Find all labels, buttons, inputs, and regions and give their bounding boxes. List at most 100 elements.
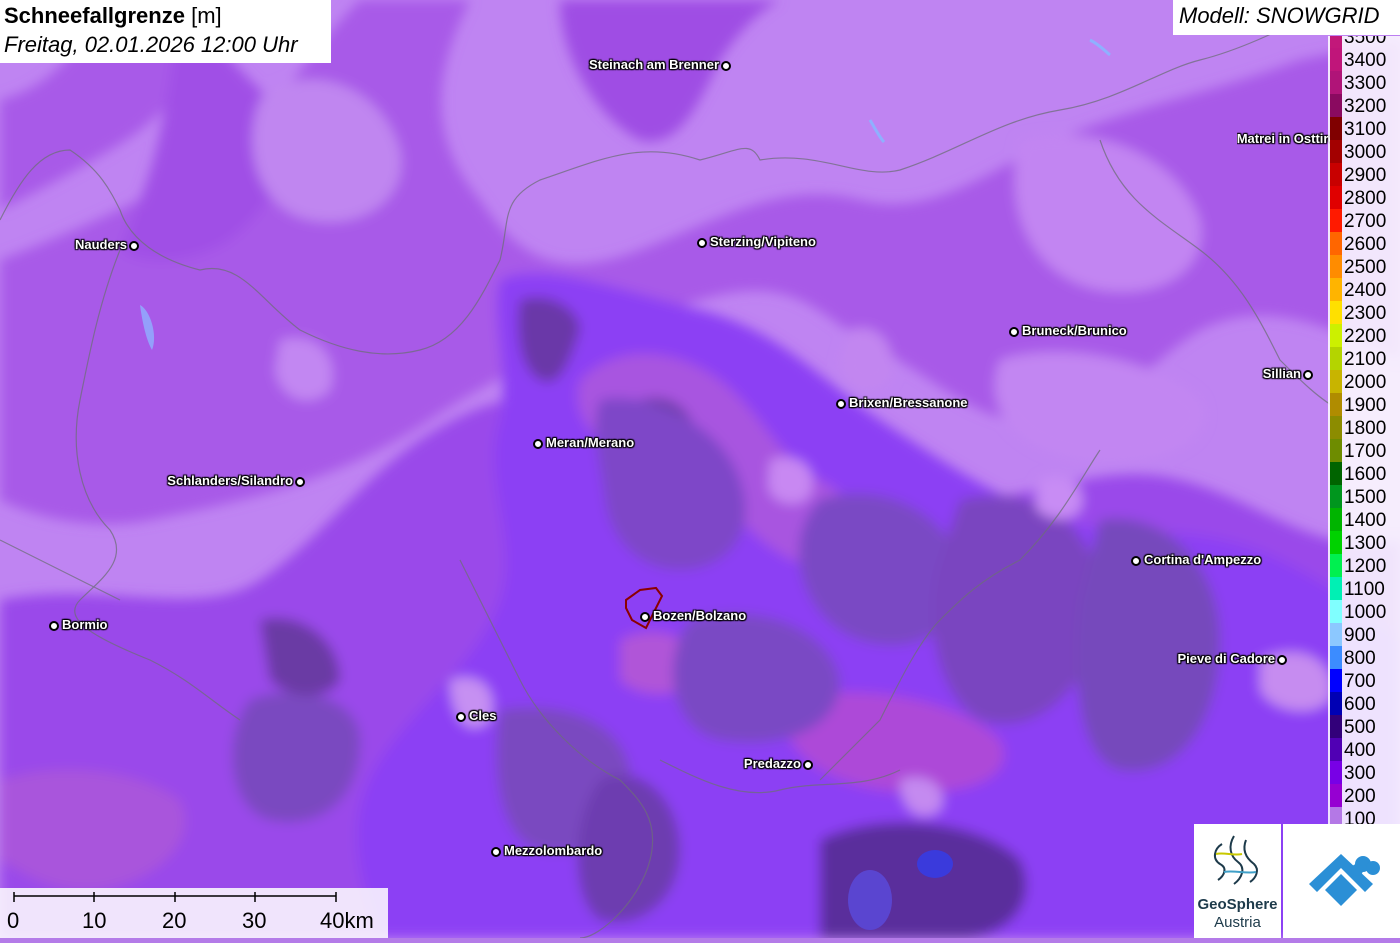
place-label-matrei: Matrei in Osttirol xyxy=(1236,131,1340,146)
legend-item: 2000 xyxy=(1328,370,1400,393)
snowfall-line-map[interactable] xyxy=(0,0,1400,938)
snowgrid-logo[interactable] xyxy=(1283,824,1400,938)
legend-item: 1800 xyxy=(1328,416,1400,439)
legend-value: 1500 xyxy=(1344,487,1387,508)
legend-value: 2700 xyxy=(1344,211,1387,232)
place-label-nauders: Nauders xyxy=(74,237,127,252)
legend-swatch xyxy=(1330,36,1342,48)
legend-swatch xyxy=(1330,416,1342,439)
geosphere-logo[interactable]: GeoSphere Austria xyxy=(1194,824,1281,938)
legend-value: 400 xyxy=(1344,740,1376,761)
legend-value: 2800 xyxy=(1344,188,1387,209)
place-marker xyxy=(1303,370,1313,380)
legend-value: 3200 xyxy=(1344,96,1387,117)
legend-item: 800 xyxy=(1328,646,1400,669)
place-marker xyxy=(803,760,813,770)
legend-item: 1600 xyxy=(1328,462,1400,485)
model-label: Modell: SNOWGRID xyxy=(1173,0,1400,35)
legend-item: 1200 xyxy=(1328,554,1400,577)
legend-swatch xyxy=(1330,370,1342,393)
place-marker xyxy=(295,477,305,487)
place-label-sterzing: Sterzing/Vipiteno xyxy=(710,234,816,249)
legend-item: 700 xyxy=(1328,669,1400,692)
scale-bar: 0 10 20 30 40km xyxy=(0,888,388,938)
legend-item: 1400 xyxy=(1328,508,1400,531)
legend-swatch xyxy=(1330,784,1342,807)
legend-value: 100 xyxy=(1344,809,1376,825)
legend-swatch xyxy=(1330,140,1342,163)
legend-item: 1500 xyxy=(1328,485,1400,508)
legend-value: 1700 xyxy=(1344,441,1387,462)
legend-swatch xyxy=(1330,255,1342,278)
place-label-cles: Cles xyxy=(469,708,497,723)
legend-swatch xyxy=(1330,600,1342,623)
scale-label: 20 xyxy=(162,908,187,933)
legend-value: 3300 xyxy=(1344,73,1387,94)
legend-item: 3300 xyxy=(1328,71,1400,94)
legend-value: 300 xyxy=(1344,763,1376,784)
legend-item: 500 xyxy=(1328,715,1400,738)
legend-item: 400 xyxy=(1328,738,1400,761)
legend-value: 3100 xyxy=(1344,119,1387,140)
legend-item: 600 xyxy=(1328,692,1400,715)
legend-swatch xyxy=(1330,715,1342,738)
snow-cloud-icon xyxy=(1309,854,1380,906)
legend-value: 2100 xyxy=(1344,349,1387,370)
legend-value: 2200 xyxy=(1344,326,1387,347)
legend-value: 200 xyxy=(1344,786,1376,807)
legend-item: 2500 xyxy=(1328,255,1400,278)
legend-swatch xyxy=(1330,692,1342,715)
legend-item: 3400 xyxy=(1328,48,1400,71)
legend-item: 100 xyxy=(1328,807,1400,825)
legend-item: 2100 xyxy=(1328,347,1400,370)
place-marker xyxy=(1131,556,1141,566)
place-marker xyxy=(533,439,543,449)
legend-value: 500 xyxy=(1344,717,1376,738)
legend-swatch xyxy=(1330,324,1342,347)
place-marker xyxy=(1009,327,1019,337)
color-legend: 3500 3400 3300 3200 3100 3000 2900 2800 2700 2600… xyxy=(1328,36,1400,825)
legend-item: 2800 xyxy=(1328,186,1400,209)
map-unit: [m] xyxy=(191,3,222,28)
legend-item: 3500 xyxy=(1328,36,1400,48)
place-label-brixen: Brixen/Bressanone xyxy=(849,395,968,410)
legend-swatch xyxy=(1330,646,1342,669)
legend-value: 1200 xyxy=(1344,556,1387,577)
place-marker xyxy=(697,238,707,248)
legend-value: 2500 xyxy=(1344,257,1387,278)
low-spot xyxy=(917,850,953,878)
legend-value: 1600 xyxy=(1344,464,1387,485)
legend-value: 800 xyxy=(1344,648,1376,669)
legend-item: 1300 xyxy=(1328,531,1400,554)
legend-value: 700 xyxy=(1344,671,1376,692)
legend-value: 1300 xyxy=(1344,533,1387,554)
place-label-predazzo: Predazzo xyxy=(743,756,801,771)
legend-value: 3400 xyxy=(1344,50,1387,71)
legend-item: 200 xyxy=(1328,784,1400,807)
place-label-mezzolombardo: Mezzolombardo xyxy=(504,843,603,858)
scale-label: 10 xyxy=(82,908,107,933)
scale-label: 30 xyxy=(242,908,267,933)
place-label-steinach: Steinach am Brenner xyxy=(588,57,719,72)
legend-swatch xyxy=(1330,48,1342,71)
legend-swatch xyxy=(1330,439,1342,462)
legend-item: 300 xyxy=(1328,761,1400,784)
legend-value: 600 xyxy=(1344,694,1376,715)
legend-item: 2400 xyxy=(1328,278,1400,301)
place-marker xyxy=(129,241,139,251)
legend-item: 1000 xyxy=(1328,600,1400,623)
legend-swatch xyxy=(1330,278,1342,301)
place-label-meran: Meran/Merano xyxy=(546,435,635,450)
legend-item: 2600 xyxy=(1328,232,1400,255)
legend-swatch xyxy=(1330,531,1342,554)
place-marker xyxy=(1277,655,1287,665)
place-marker xyxy=(49,621,59,631)
place-marker xyxy=(456,712,466,722)
legend-value: 1400 xyxy=(1344,510,1387,531)
legend-swatch xyxy=(1330,186,1342,209)
geosphere-name: GeoSphere xyxy=(1197,896,1278,913)
legend-swatch xyxy=(1330,669,1342,692)
legend-item: 3100 xyxy=(1328,117,1400,140)
place-label-bruneck: Bruneck/Brunico xyxy=(1022,323,1127,338)
legend-swatch xyxy=(1330,738,1342,761)
